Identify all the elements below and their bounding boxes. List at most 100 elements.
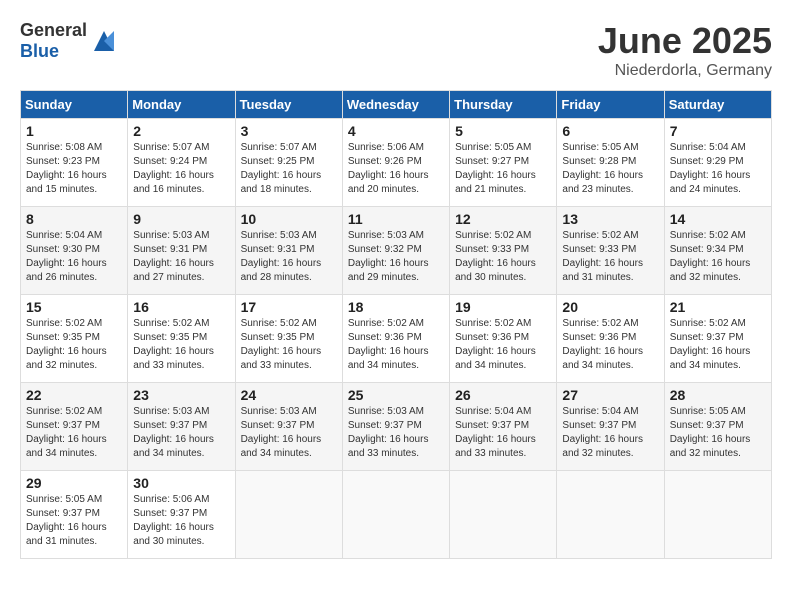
day-info: Sunrise: 5:03 AM Sunset: 9:31 PM Dayligh… bbox=[133, 229, 229, 285]
logo-general: General bbox=[20, 20, 87, 40]
header-friday: Friday bbox=[557, 91, 664, 119]
day-info: Sunrise: 5:02 AM Sunset: 9:35 PM Dayligh… bbox=[241, 317, 337, 373]
daylight-label: Daylight: 16 hoursand 32 minutes. bbox=[562, 434, 643, 459]
daylight-label: Daylight: 16 hoursand 24 minutes. bbox=[670, 170, 751, 195]
table-row: 24 Sunrise: 5:03 AM Sunset: 9:37 PM Dayl… bbox=[235, 383, 342, 471]
day-number: 30 bbox=[133, 475, 229, 491]
sunset-label: Sunset: 9:37 PM bbox=[26, 420, 100, 431]
day-info: Sunrise: 5:04 AM Sunset: 9:30 PM Dayligh… bbox=[26, 229, 122, 285]
sunset-label: Sunset: 9:23 PM bbox=[26, 156, 100, 167]
sunrise-label: Sunrise: 5:02 AM bbox=[455, 318, 531, 329]
day-number: 3 bbox=[241, 123, 337, 139]
day-info: Sunrise: 5:02 AM Sunset: 9:35 PM Dayligh… bbox=[26, 317, 122, 373]
sunset-label: Sunset: 9:37 PM bbox=[348, 420, 422, 431]
day-info: Sunrise: 5:04 AM Sunset: 9:37 PM Dayligh… bbox=[562, 405, 658, 461]
daylight-label: Daylight: 16 hoursand 34 minutes. bbox=[133, 434, 214, 459]
daylight-label: Daylight: 16 hoursand 33 minutes. bbox=[241, 346, 322, 371]
sunrise-label: Sunrise: 5:03 AM bbox=[241, 406, 317, 417]
daylight-label: Daylight: 16 hoursand 21 minutes. bbox=[455, 170, 536, 195]
day-info: Sunrise: 5:06 AM Sunset: 9:37 PM Dayligh… bbox=[133, 493, 229, 549]
day-info: Sunrise: 5:07 AM Sunset: 9:24 PM Dayligh… bbox=[133, 141, 229, 197]
sunset-label: Sunset: 9:30 PM bbox=[26, 244, 100, 255]
daylight-label: Daylight: 16 hoursand 30 minutes. bbox=[133, 522, 214, 547]
day-number: 24 bbox=[241, 387, 337, 403]
day-number: 7 bbox=[670, 123, 766, 139]
table-row: 10 Sunrise: 5:03 AM Sunset: 9:31 PM Dayl… bbox=[235, 207, 342, 295]
daylight-label: Daylight: 16 hoursand 34 minutes. bbox=[348, 346, 429, 371]
location-title: Niederdorla, Germany bbox=[598, 62, 772, 80]
table-row: 16 Sunrise: 5:02 AM Sunset: 9:35 PM Dayl… bbox=[128, 295, 235, 383]
sunrise-label: Sunrise: 5:02 AM bbox=[670, 318, 746, 329]
day-info: Sunrise: 5:02 AM Sunset: 9:35 PM Dayligh… bbox=[133, 317, 229, 373]
sunrise-label: Sunrise: 5:02 AM bbox=[562, 230, 638, 241]
day-info: Sunrise: 5:08 AM Sunset: 9:23 PM Dayligh… bbox=[26, 141, 122, 197]
table-row bbox=[664, 471, 771, 559]
logo-blue: Blue bbox=[20, 41, 59, 61]
sunset-label: Sunset: 9:25 PM bbox=[241, 156, 315, 167]
day-info: Sunrise: 5:02 AM Sunset: 9:36 PM Dayligh… bbox=[562, 317, 658, 373]
table-row: 6 Sunrise: 5:05 AM Sunset: 9:28 PM Dayli… bbox=[557, 119, 664, 207]
sunset-label: Sunset: 9:24 PM bbox=[133, 156, 207, 167]
header-tuesday: Tuesday bbox=[235, 91, 342, 119]
days-header-row: Sunday Monday Tuesday Wednesday Thursday… bbox=[21, 91, 772, 119]
day-number: 1 bbox=[26, 123, 122, 139]
day-number: 29 bbox=[26, 475, 122, 491]
table-row bbox=[557, 471, 664, 559]
sunset-label: Sunset: 9:36 PM bbox=[562, 332, 636, 343]
sunset-label: Sunset: 9:34 PM bbox=[670, 244, 744, 255]
daylight-label: Daylight: 16 hoursand 20 minutes. bbox=[348, 170, 429, 195]
table-row: 21 Sunrise: 5:02 AM Sunset: 9:37 PM Dayl… bbox=[664, 295, 771, 383]
day-number: 14 bbox=[670, 211, 766, 227]
day-info: Sunrise: 5:03 AM Sunset: 9:37 PM Dayligh… bbox=[133, 405, 229, 461]
sunset-label: Sunset: 9:35 PM bbox=[133, 332, 207, 343]
table-row: 3 Sunrise: 5:07 AM Sunset: 9:25 PM Dayli… bbox=[235, 119, 342, 207]
calendar-week-row: 8 Sunrise: 5:04 AM Sunset: 9:30 PM Dayli… bbox=[21, 207, 772, 295]
sunrise-label: Sunrise: 5:07 AM bbox=[133, 142, 209, 153]
day-info: Sunrise: 5:07 AM Sunset: 9:25 PM Dayligh… bbox=[241, 141, 337, 197]
daylight-label: Daylight: 16 hoursand 30 minutes. bbox=[455, 258, 536, 283]
sunrise-label: Sunrise: 5:03 AM bbox=[348, 230, 424, 241]
sunrise-label: Sunrise: 5:04 AM bbox=[455, 406, 531, 417]
day-number: 9 bbox=[133, 211, 229, 227]
sunrise-label: Sunrise: 5:04 AM bbox=[26, 230, 102, 241]
table-row: 4 Sunrise: 5:06 AM Sunset: 9:26 PM Dayli… bbox=[342, 119, 449, 207]
day-info: Sunrise: 5:02 AM Sunset: 9:34 PM Dayligh… bbox=[670, 229, 766, 285]
day-number: 20 bbox=[562, 299, 658, 315]
table-row: 29 Sunrise: 5:05 AM Sunset: 9:37 PM Dayl… bbox=[21, 471, 128, 559]
sunrise-label: Sunrise: 5:05 AM bbox=[562, 142, 638, 153]
sunrise-label: Sunrise: 5:02 AM bbox=[133, 318, 209, 329]
logo-icon bbox=[89, 26, 119, 56]
day-number: 2 bbox=[133, 123, 229, 139]
sunrise-label: Sunrise: 5:02 AM bbox=[348, 318, 424, 329]
daylight-label: Daylight: 16 hoursand 31 minutes. bbox=[26, 522, 107, 547]
daylight-label: Daylight: 16 hoursand 29 minutes. bbox=[348, 258, 429, 283]
day-number: 16 bbox=[133, 299, 229, 315]
day-number: 18 bbox=[348, 299, 444, 315]
day-number: 15 bbox=[26, 299, 122, 315]
sunset-label: Sunset: 9:37 PM bbox=[133, 420, 207, 431]
day-number: 25 bbox=[348, 387, 444, 403]
day-info: Sunrise: 5:05 AM Sunset: 9:37 PM Dayligh… bbox=[670, 405, 766, 461]
day-info: Sunrise: 5:03 AM Sunset: 9:32 PM Dayligh… bbox=[348, 229, 444, 285]
sunrise-label: Sunrise: 5:03 AM bbox=[348, 406, 424, 417]
sunrise-label: Sunrise: 5:07 AM bbox=[241, 142, 317, 153]
daylight-label: Daylight: 16 hoursand 32 minutes. bbox=[670, 258, 751, 283]
table-row: 7 Sunrise: 5:04 AM Sunset: 9:29 PM Dayli… bbox=[664, 119, 771, 207]
sunset-label: Sunset: 9:37 PM bbox=[670, 332, 744, 343]
daylight-label: Daylight: 16 hoursand 16 minutes. bbox=[133, 170, 214, 195]
daylight-label: Daylight: 16 hoursand 33 minutes. bbox=[133, 346, 214, 371]
page-header: General Blue June 2025 Niederdorla, Germ… bbox=[20, 20, 772, 80]
daylight-label: Daylight: 16 hoursand 27 minutes. bbox=[133, 258, 214, 283]
table-row: 12 Sunrise: 5:02 AM Sunset: 9:33 PM Dayl… bbox=[450, 207, 557, 295]
table-row bbox=[450, 471, 557, 559]
sunset-label: Sunset: 9:26 PM bbox=[348, 156, 422, 167]
sunrise-label: Sunrise: 5:05 AM bbox=[455, 142, 531, 153]
sunrise-label: Sunrise: 5:04 AM bbox=[670, 142, 746, 153]
sunset-label: Sunset: 9:36 PM bbox=[348, 332, 422, 343]
daylight-label: Daylight: 16 hoursand 18 minutes. bbox=[241, 170, 322, 195]
daylight-label: Daylight: 16 hoursand 15 minutes. bbox=[26, 170, 107, 195]
table-row: 1 Sunrise: 5:08 AM Sunset: 9:23 PM Dayli… bbox=[21, 119, 128, 207]
day-info: Sunrise: 5:06 AM Sunset: 9:26 PM Dayligh… bbox=[348, 141, 444, 197]
day-number: 6 bbox=[562, 123, 658, 139]
day-info: Sunrise: 5:02 AM Sunset: 9:36 PM Dayligh… bbox=[455, 317, 551, 373]
